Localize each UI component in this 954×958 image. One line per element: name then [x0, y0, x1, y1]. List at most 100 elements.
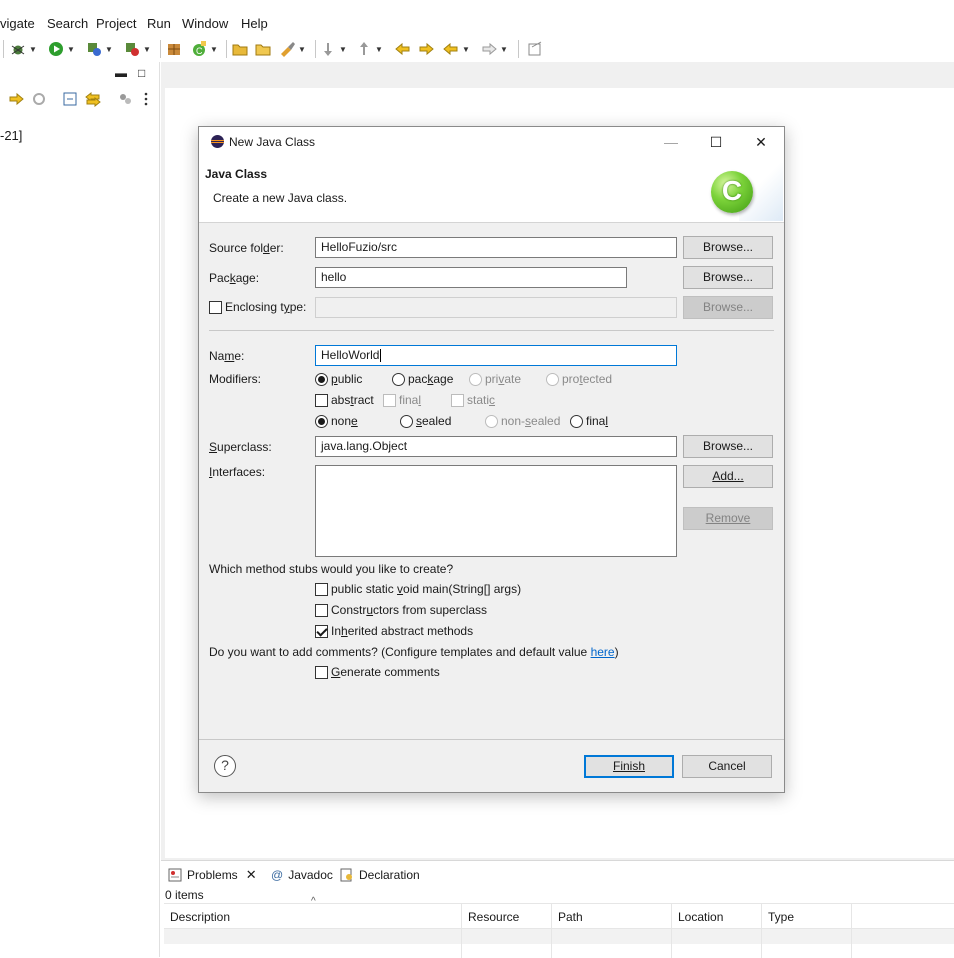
close-icon[interactable]: ✕ — [746, 132, 776, 152]
modifier-private-radio[interactable] — [469, 373, 482, 386]
forward-edit-button[interactable] — [418, 39, 434, 59]
tab-javadoc[interactable]: @ Javadoc — [271, 865, 333, 885]
pin-icon — [528, 41, 542, 56]
generate-comments-checkbox[interactable] — [315, 666, 328, 679]
menu-project[interactable]: Project — [96, 16, 136, 31]
back-button[interactable]: ▼ — [443, 39, 470, 59]
column-location[interactable]: Location — [672, 904, 762, 930]
open-type-button[interactable] — [232, 39, 248, 59]
chevron-down-icon[interactable]: ▼ — [298, 45, 306, 54]
modifier-package-radio[interactable] — [392, 373, 405, 386]
modifier-protected-radio[interactable] — [546, 373, 559, 386]
search-tool-button[interactable]: ▼ — [279, 39, 306, 59]
package-icon — [168, 44, 180, 55]
dialog-titlebar[interactable]: New Java Class — ☐ ✕ — [199, 127, 784, 157]
sync-icon[interactable] — [31, 91, 47, 107]
configure-templates-link[interactable]: here — [591, 645, 615, 659]
tab-declaration[interactable]: Declaration — [340, 865, 420, 885]
minimize-view-button[interactable]: ▬ — [115, 66, 127, 80]
text-cursor — [380, 349, 382, 363]
pin-editor-button[interactable] — [527, 39, 543, 59]
menu-window[interactable]: Window — [182, 16, 228, 31]
tab-problems[interactable]: Problems ✕ — [168, 865, 257, 885]
menu-help[interactable]: Help — [241, 16, 268, 31]
stub-main-checkbox[interactable] — [315, 583, 328, 596]
chevron-down-icon[interactable]: ▼ — [29, 45, 37, 54]
menu-run[interactable]: Run — [147, 16, 171, 31]
package-browse-button[interactable]: Browse... — [683, 266, 773, 289]
modifier-final-checkbox[interactable] — [383, 394, 396, 407]
column-description[interactable]: Description — [164, 904, 462, 930]
column-path[interactable]: Path — [552, 904, 672, 930]
stub-constructors-label: Constructors from superclass — [331, 603, 488, 617]
superclass-browse-button[interactable]: Browse... — [683, 435, 773, 458]
class-name-field[interactable]: HelloWorld — [315, 345, 677, 366]
source-folder-browse-button[interactable]: Browse... — [683, 236, 773, 259]
external-tools-button[interactable]: ▼ — [124, 39, 151, 59]
stub-inherited-checkbox[interactable] — [315, 625, 328, 638]
superclass-label: Superclass: — [209, 440, 272, 454]
minimize-icon[interactable]: — — [656, 132, 686, 152]
enclosing-type-checkbox[interactable] — [209, 301, 222, 314]
filter-icon[interactable] — [117, 91, 133, 107]
debug-button[interactable]: ▼ — [10, 39, 37, 59]
coverage-icon — [88, 43, 101, 56]
collapse-all-icon[interactable] — [62, 91, 78, 107]
stub-constructors-checkbox[interactable] — [315, 604, 328, 617]
forward-button[interactable]: ▼ — [481, 39, 508, 59]
tree-item[interactable]: -21] — [0, 128, 22, 143]
modifier-non-sealed-radio[interactable] — [485, 415, 498, 428]
chevron-down-icon[interactable]: ▼ — [210, 45, 218, 54]
next-annotation-icon — [324, 43, 332, 56]
view-menu-icon[interactable] — [142, 91, 150, 107]
new-class-button[interactable]: C ▼ — [191, 39, 218, 59]
close-icon[interactable]: ✕ — [246, 867, 257, 883]
chevron-down-icon[interactable]: ▼ — [339, 45, 347, 54]
run-button[interactable]: ▼ — [48, 39, 75, 59]
new-package-button[interactable] — [166, 39, 182, 59]
problems-view: Problems ✕ @ Javadoc Declaration 0 items… — [161, 860, 954, 958]
finish-button[interactable]: Finish — [584, 755, 674, 778]
open-resource-button[interactable] — [255, 39, 271, 59]
source-folder-field[interactable]: HelloFuzio/src — [315, 237, 677, 258]
remove-interface-button[interactable]: Remove — [683, 507, 773, 530]
chevron-down-icon[interactable]: ▼ — [67, 45, 75, 54]
modifier-non-sealed-label: non-sealed — [501, 414, 561, 428]
prev-annotation-button[interactable]: ▼ — [356, 39, 383, 59]
enclosing-type-browse-button[interactable]: Browse... — [683, 296, 773, 319]
cancel-button[interactable]: Cancel — [682, 755, 772, 778]
chevron-down-icon[interactable]: ▼ — [462, 45, 470, 54]
link-editor-icon[interactable] — [85, 91, 101, 107]
modifier-static-checkbox[interactable] — [451, 394, 464, 407]
interfaces-list[interactable] — [315, 465, 677, 557]
modifier-final-radio[interactable] — [570, 415, 583, 428]
column-type[interactable]: Type — [762, 904, 852, 930]
superclass-field[interactable]: java.lang.Object — [315, 436, 677, 457]
menu-bar: vigate Search Project Run Window Help — [0, 0, 954, 36]
add-interface-button[interactable]: Add... — [683, 465, 773, 488]
modifier-abstract-checkbox[interactable] — [315, 394, 328, 407]
arrow-left-icon — [443, 42, 458, 56]
column-resource[interactable]: Resource — [462, 904, 552, 930]
next-annotation-button[interactable]: ▼ — [320, 39, 347, 59]
menu-navigate[interactable]: vigate — [0, 16, 35, 31]
chevron-down-icon[interactable]: ▼ — [105, 45, 113, 54]
modifier-sealed-radio[interactable] — [400, 415, 413, 428]
menu-search[interactable]: Search — [47, 16, 88, 31]
modifier-public-radio[interactable] — [315, 373, 328, 386]
chevron-down-icon[interactable]: ▼ — [500, 45, 508, 54]
eclipse-icon — [211, 135, 224, 148]
help-icon[interactable]: ? — [214, 755, 236, 777]
package-field[interactable]: hello — [315, 267, 627, 288]
modifier-static-label: static — [467, 393, 496, 407]
coverage-button[interactable]: ▼ — [86, 39, 113, 59]
maximize-view-button[interactable]: □ — [138, 66, 145, 80]
maximize-icon[interactable]: ☐ — [701, 132, 731, 152]
chevron-down-icon[interactable]: ▼ — [375, 45, 383, 54]
chevron-down-icon[interactable]: ▼ — [143, 45, 151, 54]
modifier-none-radio[interactable] — [315, 415, 328, 428]
last-edit-button[interactable] — [395, 39, 411, 59]
enclosing-type-field[interactable] — [315, 297, 677, 318]
link-with-editor-icon[interactable] — [8, 91, 24, 107]
new-java-class-dialog: New Java Class — ☐ ✕ Java Class Create a… — [198, 126, 785, 793]
